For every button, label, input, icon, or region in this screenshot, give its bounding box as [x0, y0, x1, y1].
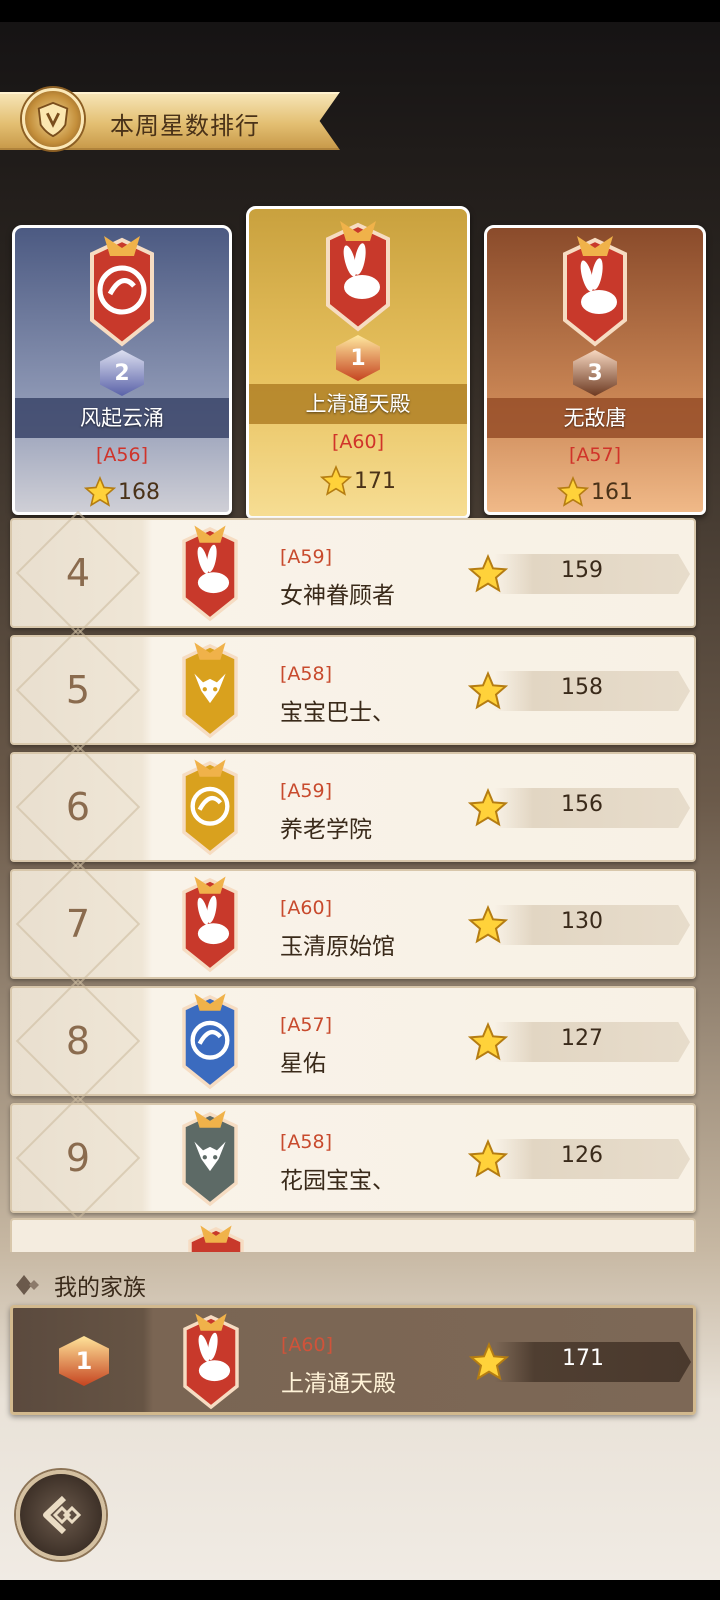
diamond-icon [16, 1275, 39, 1295]
rank-number-area: 9 [12, 1105, 144, 1211]
list-item[interactable]: 5 [A58] 宝宝巴士、 158 [10, 635, 696, 745]
row-tag: [A58] [280, 1131, 332, 1153]
rank-medal: 1 [59, 1336, 109, 1386]
rank-number-area: 7 [12, 871, 144, 977]
star-icon [468, 788, 508, 827]
podium-name: 风起云涌 [15, 398, 229, 438]
star-icon [469, 1342, 509, 1381]
star-icon [468, 1022, 508, 1061]
podium-rank-2[interactable]: 2 风起云涌 [A56] 168 [12, 225, 232, 515]
row-tag: [A58] [280, 663, 332, 685]
podium-name: 无敌唐 [487, 398, 703, 438]
my-family-title: 我的家族 [54, 1275, 146, 1301]
list-item[interactable]: 6 [A59] 养老学院 156 [10, 752, 696, 862]
status-bar [0, 0, 720, 22]
row-tag: [A59] [280, 546, 332, 568]
rank-number: 6 [65, 785, 91, 829]
page-title: 本周星数排行 [110, 112, 260, 140]
shield-icon [22, 88, 84, 150]
row-name: 上清通天殿 [281, 1371, 396, 1397]
podium-star-count: 161 [591, 479, 633, 505]
rank-medal: 3 [573, 350, 617, 396]
rank-number: 4 [65, 551, 91, 595]
row-star-count: 127 [561, 1026, 603, 1051]
podium-star-count: 168 [118, 479, 160, 505]
rabbit-crest-icon [326, 221, 390, 332]
rabbit-crest-icon [182, 525, 238, 622]
list-item[interactable]: 7 [A60] 玉清原始馆 130 [10, 869, 696, 979]
row-star-count: 171 [562, 1346, 604, 1371]
star-icon [468, 671, 508, 710]
podium-name: 上清通天殿 [249, 384, 467, 424]
row-star-count: 126 [561, 1143, 603, 1168]
podium-rank-1[interactable]: 1 上清通天殿 [A60] 171 [246, 206, 470, 519]
row-tag: [A60] [281, 1334, 333, 1356]
rabbit-crest-icon [170, 1222, 262, 1252]
rabbit-crest-icon [183, 1313, 239, 1410]
back-arrow-icon [43, 1495, 82, 1535]
star-icon [468, 1139, 508, 1178]
list-item[interactable]: 8 [A57] 星佑 127 [10, 986, 696, 1096]
navigation-bar [0, 1580, 720, 1600]
star-icon [84, 476, 116, 507]
podium-rank-3[interactable]: 3 无敌唐 [A57] 161 [484, 225, 706, 515]
dragon-crest-icon [182, 759, 238, 856]
podium-stars: 171 [249, 465, 467, 497]
row-name: 星佑 [280, 1051, 326, 1077]
podium-star-count: 171 [354, 468, 396, 494]
rabbit-crest-icon [182, 876, 238, 973]
rank-medal: 2 [100, 350, 144, 396]
podium-stars: 168 [15, 476, 229, 508]
list-item[interactable]: 4 [A59] 女神眷顾者 159 [10, 518, 696, 628]
row-tag: [A59] [280, 780, 332, 802]
row-star-count: 158 [561, 675, 603, 700]
podium-tag: [A60] [332, 431, 384, 453]
rank-number: 7 [65, 902, 91, 946]
podium-tag: [A57] [569, 444, 621, 466]
row-tag: [A57] [280, 1014, 332, 1036]
rank-number-area: 4 [12, 520, 144, 626]
dragon-crest-icon [90, 236, 154, 347]
row-name: 养老学院 [280, 817, 372, 843]
star-icon [320, 465, 352, 496]
row-name: 宝宝巴士、 [280, 700, 395, 726]
star-icon [468, 905, 508, 944]
fox-crest-icon [182, 642, 238, 739]
rank-number-area: 8 [12, 988, 144, 1094]
row-star-count: 130 [561, 909, 603, 934]
row-star-count: 156 [561, 792, 603, 817]
star-icon [557, 476, 589, 507]
my-family-header: 我的家族 [14, 1268, 146, 1302]
row-star-count: 159 [561, 558, 603, 583]
podium-tag: [A56] [96, 444, 148, 466]
row-name: 女神眷顾者 [280, 583, 395, 609]
list-item[interactable]: 9 [A58] 花园宝宝、 126 [10, 1103, 696, 1213]
rank-medal: 1 [336, 335, 380, 381]
rank-number: 8 [65, 1019, 91, 1063]
rank-number: 9 [65, 1136, 91, 1180]
rank-number-area: 5 [12, 637, 144, 743]
rabbit-crest-icon [563, 236, 627, 347]
dragon-crest-icon [182, 993, 238, 1090]
back-button[interactable] [16, 1470, 106, 1560]
row-name: 玉清原始馆 [280, 934, 395, 960]
fox-crest-icon [182, 1110, 238, 1207]
rank-number-area: 6 [12, 754, 144, 860]
rank-number: 5 [65, 668, 91, 712]
list-item[interactable] [10, 1218, 696, 1252]
star-icon [468, 554, 508, 593]
row-name: 花园宝宝、 [280, 1168, 395, 1194]
row-tag: [A60] [280, 897, 332, 919]
my-family-row[interactable]: 1 [A60] 上清通天殿 171 [10, 1305, 696, 1415]
podium-stars: 161 [487, 476, 703, 508]
